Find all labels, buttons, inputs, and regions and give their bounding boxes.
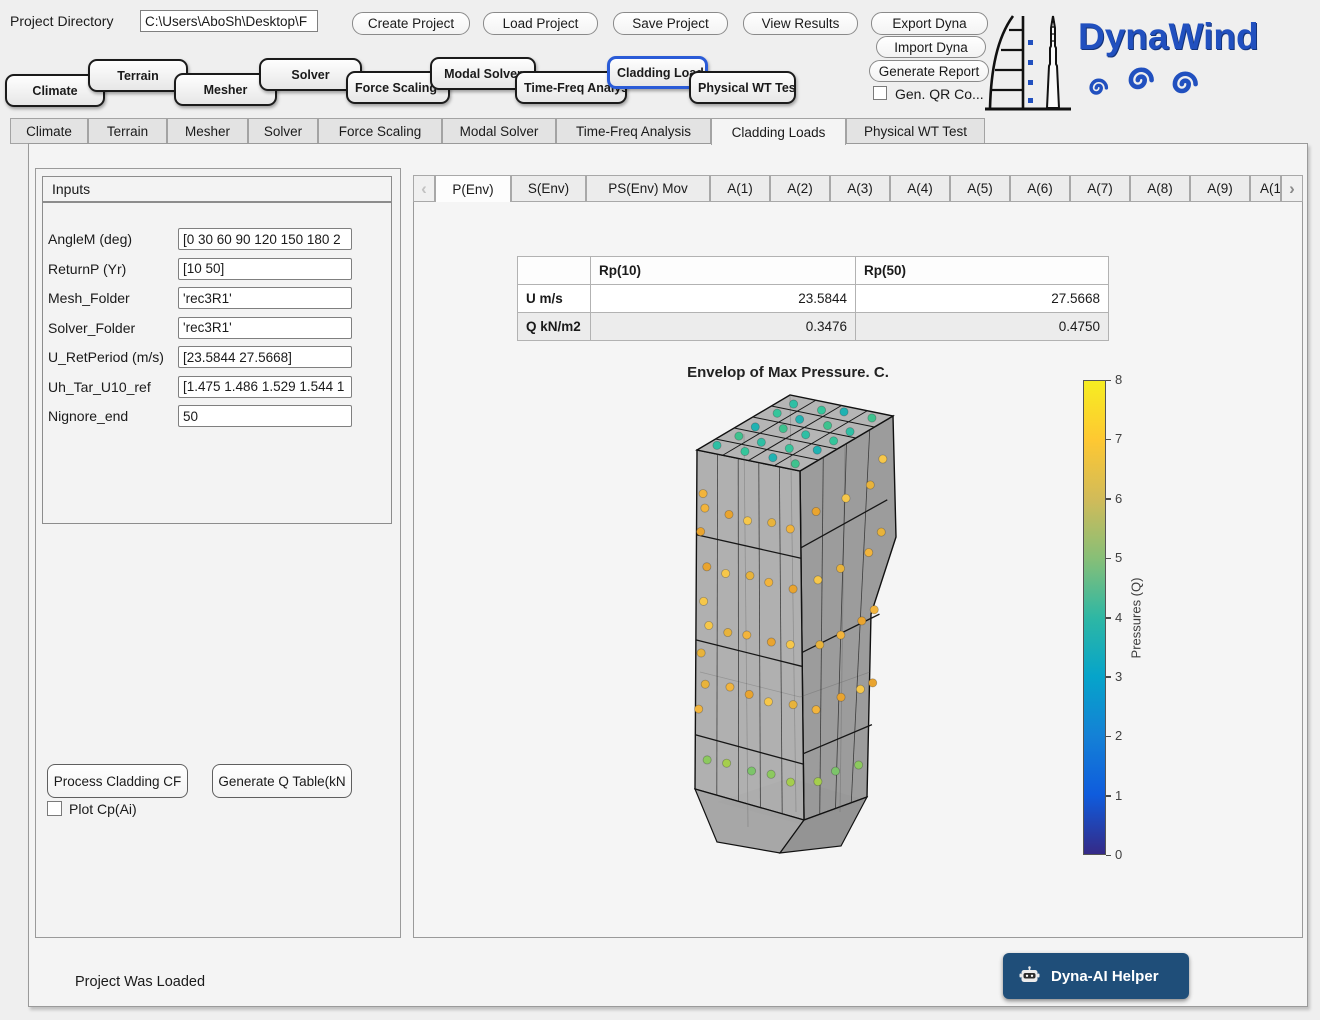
tower-icon xyxy=(1036,8,1070,112)
tab-climate[interactable]: Climate xyxy=(10,118,88,144)
result-tab-a-1[interactable]: A(1) xyxy=(710,175,770,202)
colorbar-tick-0: 0 xyxy=(1115,847,1122,862)
colorbar-tick-mark xyxy=(1106,498,1111,500)
dyna-ai-helper-label: Dyna-AI Helper xyxy=(1051,968,1159,985)
colorbar-tick-2: 2 xyxy=(1115,728,1122,743)
gen-qr-checkbox[interactable] xyxy=(873,86,887,100)
colorbar-tick-mark xyxy=(1106,617,1111,619)
result-tab-a-3[interactable]: A(3) xyxy=(830,175,890,202)
field-input-returnp-yr[interactable]: [10 50] xyxy=(178,258,352,280)
project-directory-label: Project Directory xyxy=(10,13,113,29)
colorbar-tick-mark xyxy=(1106,676,1111,678)
row-label-q-kn-m2: Q kN/m2 xyxy=(518,313,591,341)
cell-q-kn-m2-1: 0.4750 xyxy=(856,313,1109,341)
colorbar-tick-mark xyxy=(1106,380,1111,382)
row-label-u-m-s: U m/s xyxy=(518,285,591,313)
colorbar xyxy=(1083,380,1106,855)
plot-cp-checkbox-label: Plot Cp(Ai) xyxy=(69,801,137,817)
save-project-button[interactable]: Save Project xyxy=(613,12,728,35)
cell-q-kn-m2-0: 0.3476 xyxy=(591,313,856,341)
colorbar-tick-5: 5 xyxy=(1115,550,1122,565)
dynawind-app: { "window": { "status_text": "Project Wa… xyxy=(0,0,1320,1020)
colorbar-tick-mark xyxy=(1106,736,1111,738)
result-tab-a-5[interactable]: A(5) xyxy=(950,175,1010,202)
table-header-rp-50: Rp(50) xyxy=(856,257,1109,285)
tab-physical-wt-test[interactable]: Physical WT Test xyxy=(846,118,985,144)
field-input-u-retperiod-m-s[interactable]: [23.5844 27.5668] xyxy=(178,346,352,368)
generate-report-button[interactable]: Generate Report xyxy=(869,60,989,82)
colorbar-tick-mark xyxy=(1106,558,1111,560)
field-label-mesh-folder: Mesh_Folder xyxy=(48,290,130,306)
result-tab-a-7[interactable]: A(7) xyxy=(1070,175,1130,202)
tab-mesher[interactable]: Mesher xyxy=(167,118,248,144)
colorbar-tick-6: 6 xyxy=(1115,491,1122,506)
table-corner-cell xyxy=(518,257,591,285)
field-input-uh-tar-u10-ref[interactable]: [1.475 1.486 1.529 1.544 1 xyxy=(178,376,352,398)
inputs-title-box xyxy=(42,176,392,202)
result-tab-a-4[interactable]: A(4) xyxy=(890,175,950,202)
tab-time-freq-analysis[interactable]: Time-Freq Analysis xyxy=(556,118,711,144)
field-label-u-retperiod-m-s: U_RetPeriod (m/s) xyxy=(48,349,164,365)
field-input-solver-folder[interactable]: 'rec3R1' xyxy=(178,317,352,339)
cell-u-m-s-0: 23.5844 xyxy=(591,285,856,313)
nav-button-terrain[interactable]: Terrain xyxy=(88,59,188,92)
view-results-button[interactable]: View Results xyxy=(743,12,858,35)
gen-qr-checkbox-label: Gen. QR Co... xyxy=(895,86,984,102)
tab-solver[interactable]: Solver xyxy=(248,118,318,144)
tab-force-scaling[interactable]: Force Scaling xyxy=(318,118,442,144)
building-pressure-plot xyxy=(640,372,960,867)
table-row-u-m-s: U m/s23.584427.5668 xyxy=(518,285,1109,313)
result-tab-a-6[interactable]: A(6) xyxy=(1010,175,1070,202)
field-label-uh-tar-u10-ref: Uh_Tar_U10_ref xyxy=(48,379,151,395)
colorbar-tick-mark xyxy=(1106,439,1111,441)
process-cladding-button[interactable]: Process Cladding CF xyxy=(47,764,188,798)
create-project-button[interactable]: Create Project xyxy=(352,12,470,35)
table-row-q-kn-m2: Q kN/m20.34760.4750 xyxy=(518,313,1109,341)
tab-cladding-loads[interactable]: Cladding Loads xyxy=(711,118,846,145)
result-tab-ps-env-mov[interactable]: PS(Env) Mov xyxy=(586,175,710,202)
field-input-anglem-deg[interactable]: [0 30 60 90 120 150 180 2 xyxy=(178,228,352,250)
colorbar-tick-3: 3 xyxy=(1115,669,1122,684)
result-tab-p-env[interactable]: P(Env) xyxy=(435,175,511,202)
inputs-panel-title: Inputs xyxy=(52,181,90,197)
result-tabs-scroll-left[interactable]: ‹ xyxy=(413,175,435,202)
colorbar-tick-4: 4 xyxy=(1115,610,1122,625)
project-directory-input[interactable]: C:\Users\AboSh\Desktop\F xyxy=(140,10,318,32)
status-text: Project Was Loaded xyxy=(75,974,205,990)
generate-q-table-button[interactable]: Generate Q Table(kN xyxy=(212,764,352,798)
result-tab-a-8[interactable]: A(8) xyxy=(1130,175,1190,202)
tab-terrain[interactable]: Terrain xyxy=(88,118,167,144)
field-input-nignore-end[interactable]: 50 xyxy=(178,405,352,427)
field-label-returnp-yr: ReturnP (Yr) xyxy=(48,261,126,277)
result-tab-s-env[interactable]: S(Env) xyxy=(511,175,586,202)
colorbar-label: Pressures (Q) xyxy=(1129,578,1144,659)
tab-modal-solver[interactable]: Modal Solver xyxy=(442,118,556,144)
dyna-ai-helper-button[interactable]: Dyna-AI Helper xyxy=(1003,953,1189,999)
colorbar-tick-mark xyxy=(1106,795,1111,797)
wind-swirls-icon xyxy=(1086,58,1216,113)
wind-dots-icon xyxy=(1026,38,1036,106)
cell-u-m-s-1: 27.5668 xyxy=(856,285,1109,313)
field-label-solver-folder: Solver_Folder xyxy=(48,320,135,336)
app-logo-text: DynaWind xyxy=(1078,16,1259,58)
result-tabs-scroll-right[interactable]: › xyxy=(1281,175,1303,202)
table-header-rp-10: Rp(10) xyxy=(591,257,856,285)
colorbar-tick-7: 7 xyxy=(1115,431,1122,446)
result-tab-a-2[interactable]: A(2) xyxy=(770,175,830,202)
import-dyna-button[interactable]: Import Dyna xyxy=(876,36,986,58)
pressure-table: Rp(10)Rp(50)U m/s23.584427.5668Q kN/m20.… xyxy=(517,256,1109,341)
field-label-anglem-deg: AngleM (deg) xyxy=(48,231,132,247)
colorbar-tick-mark xyxy=(1106,855,1111,857)
export-dyna-button[interactable]: Export Dyna xyxy=(871,12,988,35)
result-tab-a-10[interactable]: A(10) xyxy=(1250,175,1281,202)
load-project-button[interactable]: Load Project xyxy=(483,12,598,35)
plot-cp-checkbox[interactable] xyxy=(47,801,62,816)
field-input-mesh-folder[interactable]: 'rec3R1' xyxy=(178,287,352,309)
colorbar-tick-8: 8 xyxy=(1115,372,1122,387)
nav-button-physical-wt-test[interactable]: Physical WT Test xyxy=(689,71,796,104)
colorbar-tick-1: 1 xyxy=(1115,788,1122,803)
field-label-nignore-end: Nignore_end xyxy=(48,408,128,424)
result-tab-a-9[interactable]: A(9) xyxy=(1190,175,1250,202)
robot-icon xyxy=(1019,966,1040,986)
